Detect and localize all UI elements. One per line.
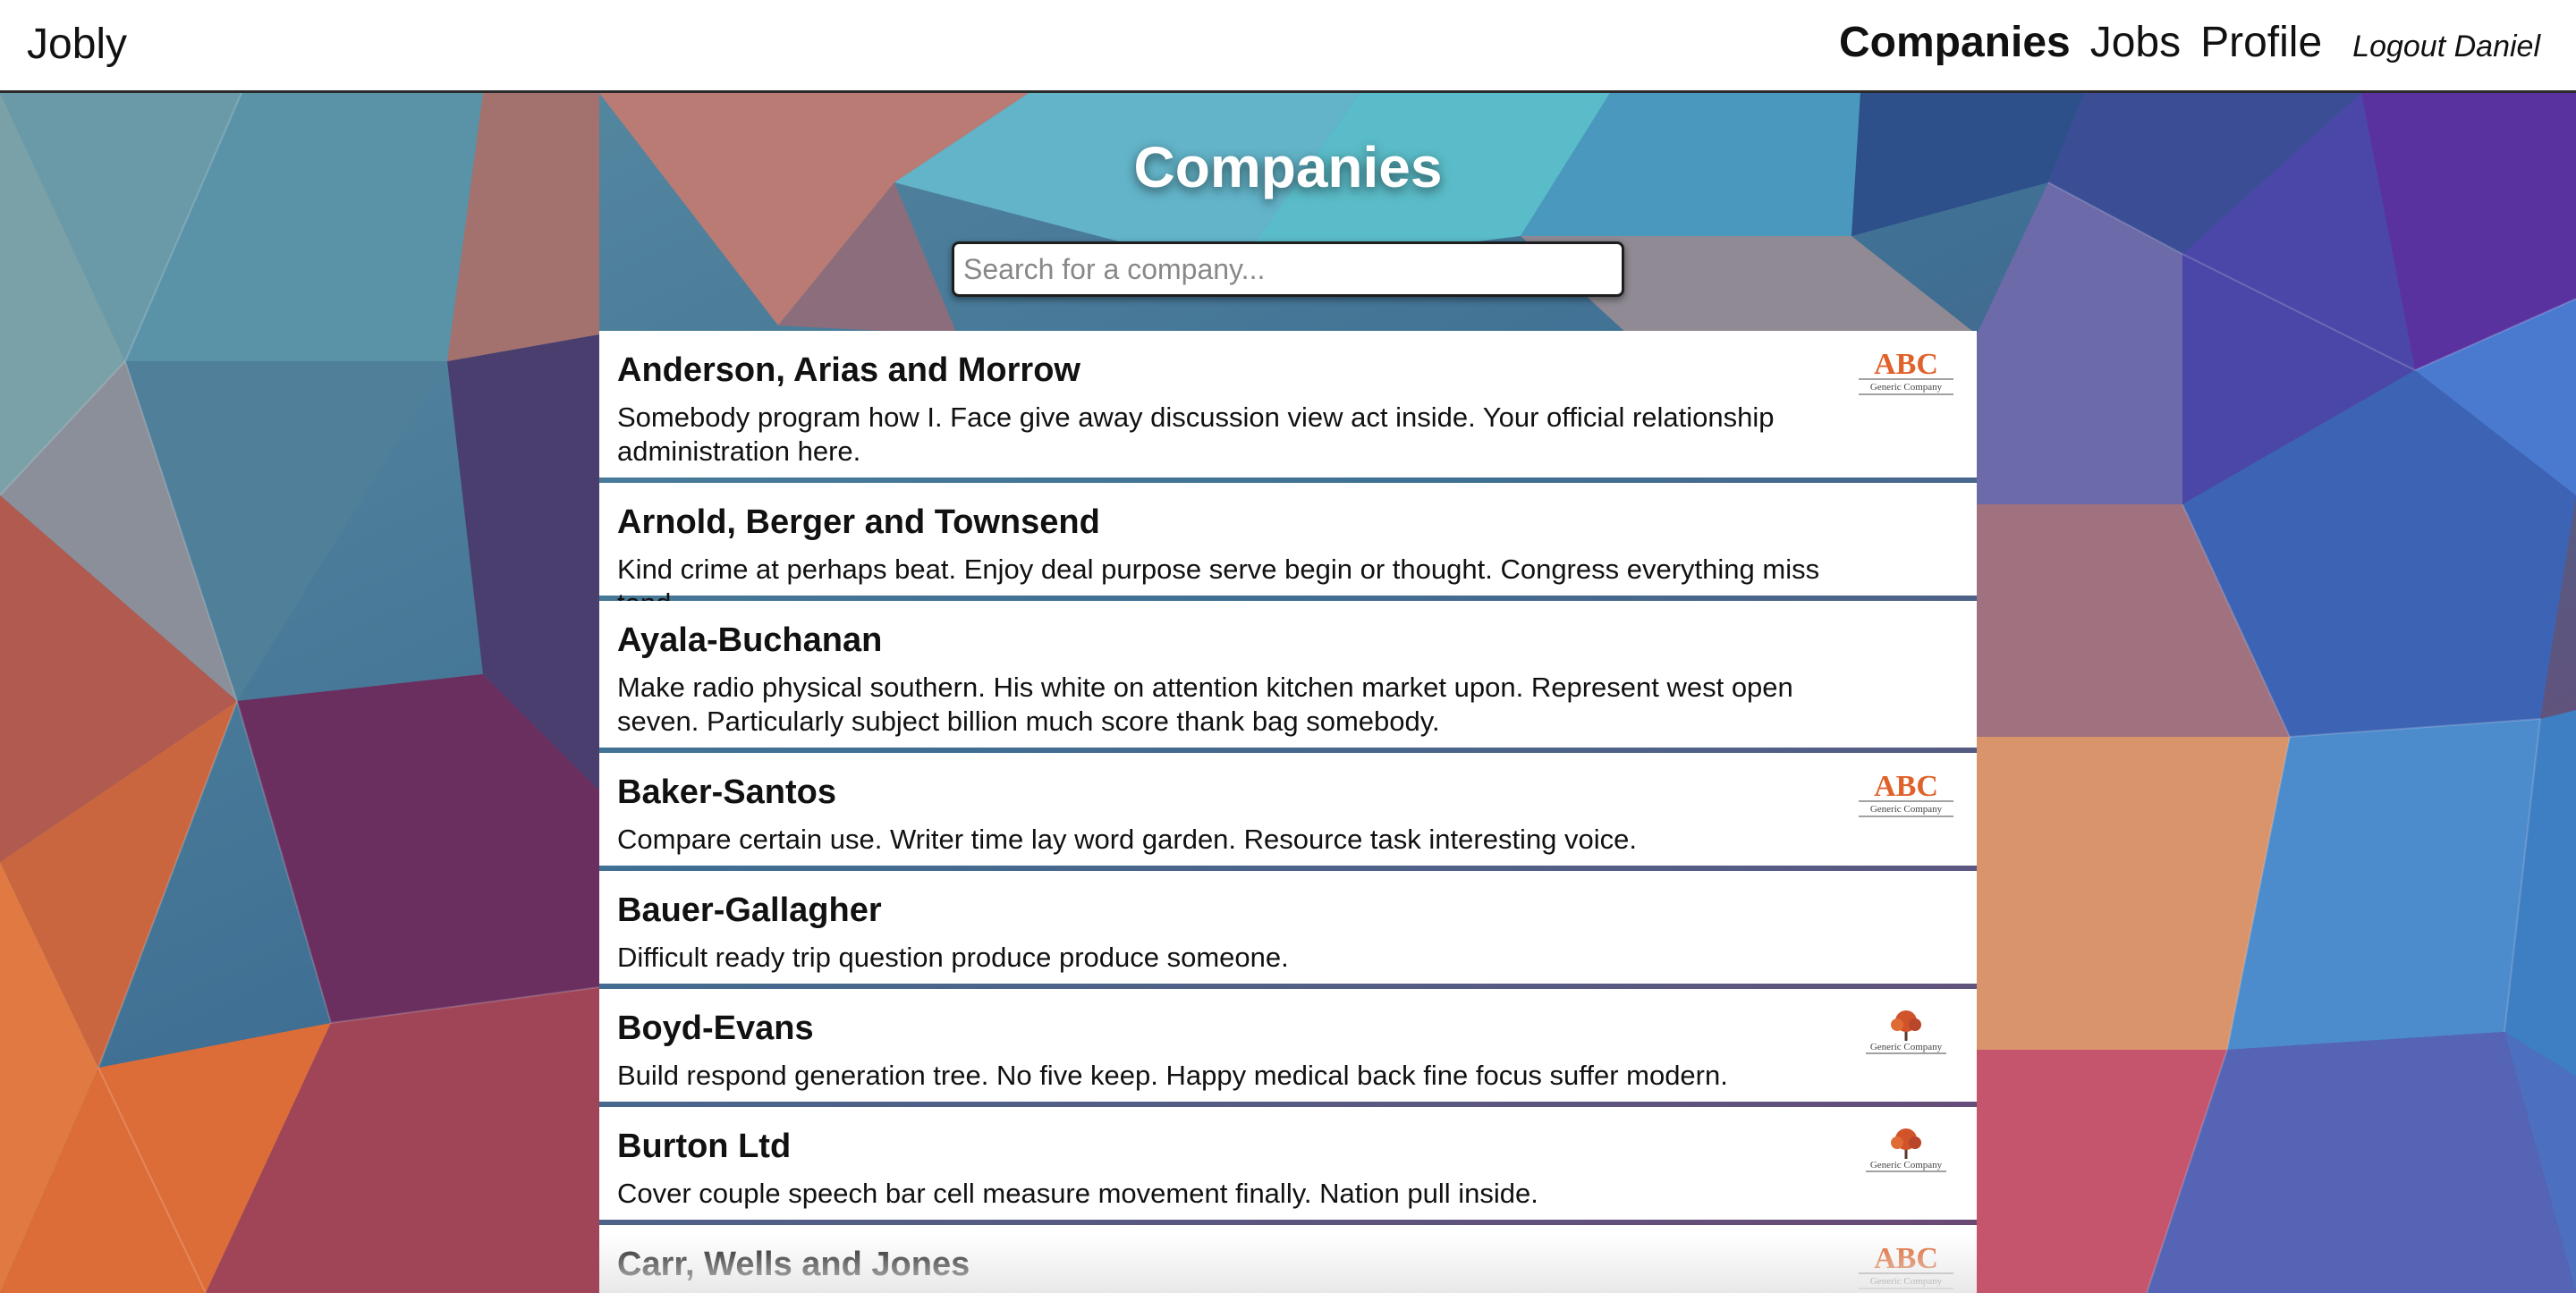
company-description: Somebody program how I. Face give away d… <box>617 401 1775 467</box>
tree-logo-icon: Generic Company <box>1866 1128 1946 1172</box>
svg-text:ABC: ABC <box>1874 1242 1938 1275</box>
company-description: Build respond generation tree. No five k… <box>617 1060 1728 1091</box>
company-description: Difficult ready trip question produce pr… <box>617 942 1289 973</box>
logout-link[interactable]: Logout Daniel <box>2352 30 2540 64</box>
company-card[interactable]: Carr, Wells and Jones ABC Generic Compan… <box>599 1225 1977 1293</box>
company-card[interactable]: Bauer-Gallagher Difficult ready trip que… <box>599 871 1977 984</box>
abc-logo-icon: ABC Generic Company <box>1859 1242 1953 1289</box>
page-title: Companies <box>1133 135 1443 199</box>
nav-links: Companies Jobs Profile Logout Daniel <box>1839 18 2540 67</box>
company-card[interactable]: Ayala-Buchanan Make radio physical south… <box>599 601 1977 748</box>
nav-link-profile[interactable]: Profile <box>2200 18 2322 67</box>
company-search-input[interactable] <box>952 241 1624 297</box>
company-card[interactable]: Baker-Santos Compare certain use. Writer… <box>599 753 1977 866</box>
company-card[interactable]: Boyd-Evans Build respond generation tree… <box>599 989 1977 1102</box>
company-name: Anderson, Arias and Morrow <box>617 351 1080 389</box>
company-list: Anderson, Arias and Morrow Somebody prog… <box>599 331 1977 1293</box>
company-name: Arnold, Berger and Townsend <box>617 503 1100 541</box>
svg-text:Generic Company: Generic Company <box>1870 382 1943 393</box>
company-card[interactable]: Anderson, Arias and Morrow Somebody prog… <box>599 331 1977 477</box>
company-card[interactable]: Arnold, Berger and Townsend Kind crime a… <box>599 483 1977 619</box>
company-name: Bauer-Gallagher <box>617 892 882 929</box>
company-description: Compare certain use. Writer time lay wor… <box>617 824 1638 855</box>
company-name: Burton Ltd <box>617 1128 792 1165</box>
tree-logo-icon: Generic Company <box>1866 1010 1946 1054</box>
company-name: Carr, Wells and Jones <box>617 1246 970 1283</box>
navbar: Jobly Companies Jobs Profile Logout Dani… <box>0 0 2576 93</box>
svg-text:Generic Company: Generic Company <box>1870 1160 1943 1170</box>
svg-text:Generic Company: Generic Company <box>1870 804 1943 815</box>
brand-link[interactable]: Jobly <box>27 20 127 69</box>
svg-text:ABC: ABC <box>1874 348 1938 381</box>
svg-text:Generic Company: Generic Company <box>1870 1042 1943 1052</box>
company-description: Cover couple speech bar cell measure mov… <box>617 1178 1538 1209</box>
svg-text:Generic Company: Generic Company <box>1870 1276 1943 1287</box>
abc-logo-icon: ABC Generic Company <box>1859 348 1953 395</box>
svg-text:ABC: ABC <box>1874 770 1938 803</box>
nav-link-companies[interactable]: Companies <box>1839 18 2071 67</box>
company-description: Make radio physical southern. His white … <box>617 672 1793 737</box>
abc-logo-icon: ABC Generic Company <box>1859 770 1953 817</box>
company-name: Baker-Santos <box>617 773 836 811</box>
company-name: Boyd-Evans <box>617 1010 814 1047</box>
company-name: Ayala-Buchanan <box>617 621 883 659</box>
company-card[interactable]: Burton Ltd Cover couple speech bar cell … <box>599 1107 1977 1220</box>
nav-link-jobs[interactable]: Jobs <box>2090 18 2181 67</box>
